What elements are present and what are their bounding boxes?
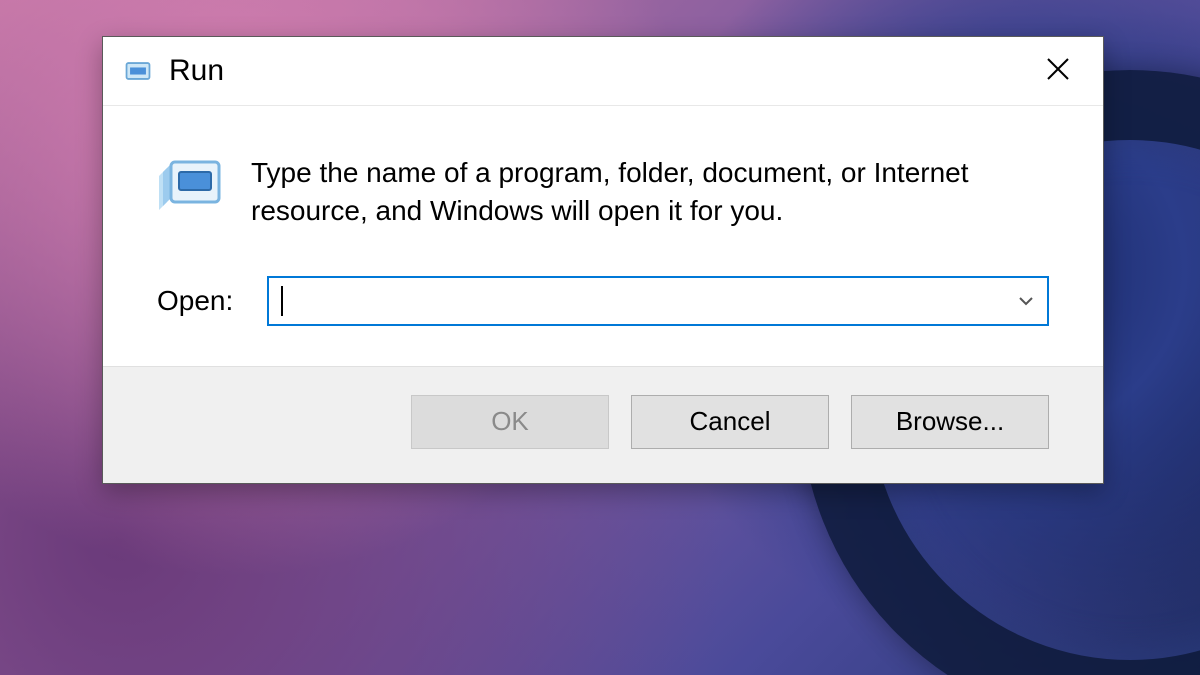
open-label: Open: (157, 285, 241, 317)
run-dialog: Run (102, 36, 1104, 484)
titlebar[interactable]: Run (103, 37, 1103, 106)
button-bar: OK Cancel Browse... (103, 366, 1103, 483)
open-row: Open: (157, 276, 1049, 326)
desktop-background: Run (0, 0, 1200, 675)
close-icon (1045, 52, 1071, 91)
description-text: Type the name of a program, folder, docu… (251, 154, 1049, 230)
browse-button[interactable]: Browse... (851, 395, 1049, 449)
combobox-dropdown-button[interactable] (1005, 278, 1047, 324)
ok-button[interactable]: OK (411, 395, 609, 449)
open-input[interactable] (269, 278, 1005, 324)
close-button[interactable] (1013, 41, 1103, 101)
run-dialog-icon (157, 158, 223, 212)
description-row: Type the name of a program, folder, docu… (157, 154, 1049, 230)
open-combobox[interactable] (267, 276, 1049, 326)
text-cursor (281, 286, 283, 316)
window-title: Run (169, 54, 1013, 88)
cancel-button[interactable]: Cancel (631, 395, 829, 449)
chevron-down-icon (1017, 292, 1035, 310)
dialog-body: Type the name of a program, folder, docu… (103, 106, 1103, 366)
run-title-icon (121, 54, 155, 88)
